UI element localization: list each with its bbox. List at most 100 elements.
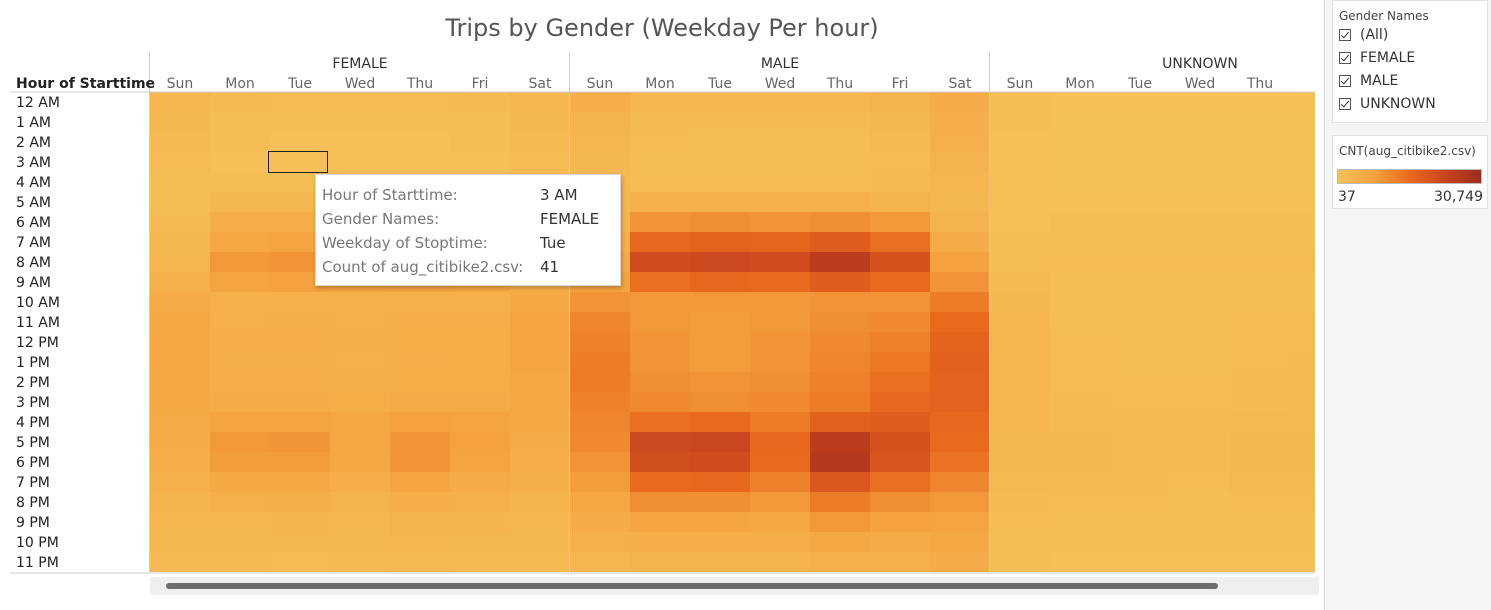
heatmap-cell	[390, 552, 450, 572]
heatmap-cell	[750, 452, 810, 472]
heatmap-cell	[690, 312, 750, 332]
hour-label: 9 AM	[16, 275, 51, 291]
heatmap-cell	[1110, 452, 1170, 472]
heatmap-cell	[270, 552, 330, 572]
checkbox-checked-icon[interactable]	[1339, 51, 1351, 64]
heatmap-cell	[1050, 112, 1110, 132]
heatmap-cell	[510, 472, 570, 492]
heatmap-cell	[1230, 272, 1290, 292]
heatmap-cell	[990, 492, 1050, 512]
heatmap-cell	[1230, 212, 1290, 232]
heatmap-cell	[450, 452, 510, 472]
heatmap-cell	[870, 312, 930, 332]
heatmap-cell	[1170, 532, 1230, 552]
heatmap-cell	[390, 352, 450, 372]
heatmap-cell	[870, 532, 930, 552]
hour-label: 2 AM	[16, 135, 51, 151]
heatmap-cell	[1050, 192, 1110, 212]
heatmap-cell	[1290, 152, 1315, 172]
heatmap-cell	[390, 152, 450, 172]
heatmap-cell	[1290, 192, 1315, 212]
heatmap-cell	[990, 352, 1050, 372]
heatmap-cell	[510, 532, 570, 552]
heatmap-cell	[690, 272, 750, 292]
heatmap-cell	[750, 92, 810, 112]
heatmap-cell	[1290, 492, 1315, 512]
heatmap-cell	[630, 512, 690, 532]
heatmap-cell	[150, 212, 210, 232]
day-label: Tue	[287, 76, 312, 92]
heatmap-cell	[870, 292, 930, 312]
heatmap-cell	[750, 512, 810, 532]
heatmap-cell	[810, 272, 870, 292]
heatmap-cell	[1290, 92, 1315, 112]
hour-label: 7 AM	[16, 235, 51, 251]
heatmap-cell	[570, 432, 630, 452]
heatmap-cell	[930, 352, 990, 372]
heatmap-cell	[690, 472, 750, 492]
heatmap-cell	[630, 292, 690, 312]
heatmap-cell	[750, 392, 810, 412]
heatmap-cell	[570, 472, 630, 492]
heatmap-cell	[270, 472, 330, 492]
heatmap-cell	[690, 492, 750, 512]
heatmap-cell	[150, 512, 210, 532]
heatmap-cell	[1110, 412, 1170, 432]
heatmap-cell	[1110, 312, 1170, 332]
heatmap-cell	[210, 492, 270, 512]
heatmap-cell	[1230, 332, 1290, 352]
heatmap-cell	[930, 312, 990, 332]
heatmap-cell	[690, 412, 750, 432]
heatmap-cell	[390, 132, 450, 152]
hour-label: 5 PM	[16, 435, 50, 451]
heatmap-cell	[690, 232, 750, 252]
heatmap-cell	[990, 112, 1050, 132]
heatmap-cell	[810, 392, 870, 412]
heatmap-cell	[330, 412, 390, 432]
day-label: Sun	[167, 76, 194, 92]
tooltip-value: 41	[540, 258, 560, 276]
heatmap-cell	[270, 112, 330, 132]
heatmap-cell	[210, 372, 270, 392]
day-label: Wed	[765, 76, 796, 92]
heatmap-cell	[330, 452, 390, 472]
heatmap-cell	[690, 132, 750, 152]
gender-header-female: FEMALE	[332, 56, 387, 72]
heatmap-cell	[390, 532, 450, 552]
heatmap-cell	[1050, 172, 1110, 192]
checkbox-checked-icon[interactable]	[1339, 97, 1351, 110]
filter-item-female[interactable]: FEMALE	[1333, 46, 1487, 69]
heatmap-cell	[210, 252, 270, 272]
filter-item-all[interactable]: (All)	[1333, 23, 1487, 46]
tooltip-value: FEMALE	[540, 210, 600, 228]
heatmap-cell	[210, 412, 270, 432]
checkbox-checked-icon[interactable]	[1339, 28, 1351, 41]
heatmap-cell	[330, 332, 390, 352]
legend-min-label: 37	[1338, 189, 1356, 205]
heatmap-cell	[570, 312, 630, 332]
heatmap-cell	[1230, 172, 1290, 192]
heatmap-cell	[1050, 292, 1110, 312]
heatmap-cell	[1110, 432, 1170, 452]
heatmap-cell	[990, 152, 1050, 172]
heatmap-cell	[1230, 532, 1290, 552]
heatmap-cell	[390, 372, 450, 392]
heatmap-cell	[1110, 232, 1170, 252]
filter-item-label: (All)	[1360, 26, 1389, 43]
heatmap-cell	[150, 352, 210, 372]
heatmap-cell	[630, 552, 690, 572]
checkbox-checked-icon[interactable]	[1339, 74, 1351, 87]
heatmap-cell	[330, 512, 390, 532]
heatmap-cell	[750, 552, 810, 572]
filter-item-unknown[interactable]: UNKNOWN	[1333, 92, 1487, 115]
heatmap-cell	[150, 252, 210, 272]
heatmap-cell	[150, 232, 210, 252]
heatmap-cell	[930, 112, 990, 132]
heatmap-cell	[150, 412, 210, 432]
heatmap-cell	[570, 92, 630, 112]
scrollbar-thumb[interactable]	[166, 583, 1218, 589]
heatmap-cell	[930, 552, 990, 572]
filter-item-male[interactable]: MALE	[1333, 69, 1487, 92]
day-label: Fri	[892, 76, 909, 92]
heatmap-cell	[390, 112, 450, 132]
